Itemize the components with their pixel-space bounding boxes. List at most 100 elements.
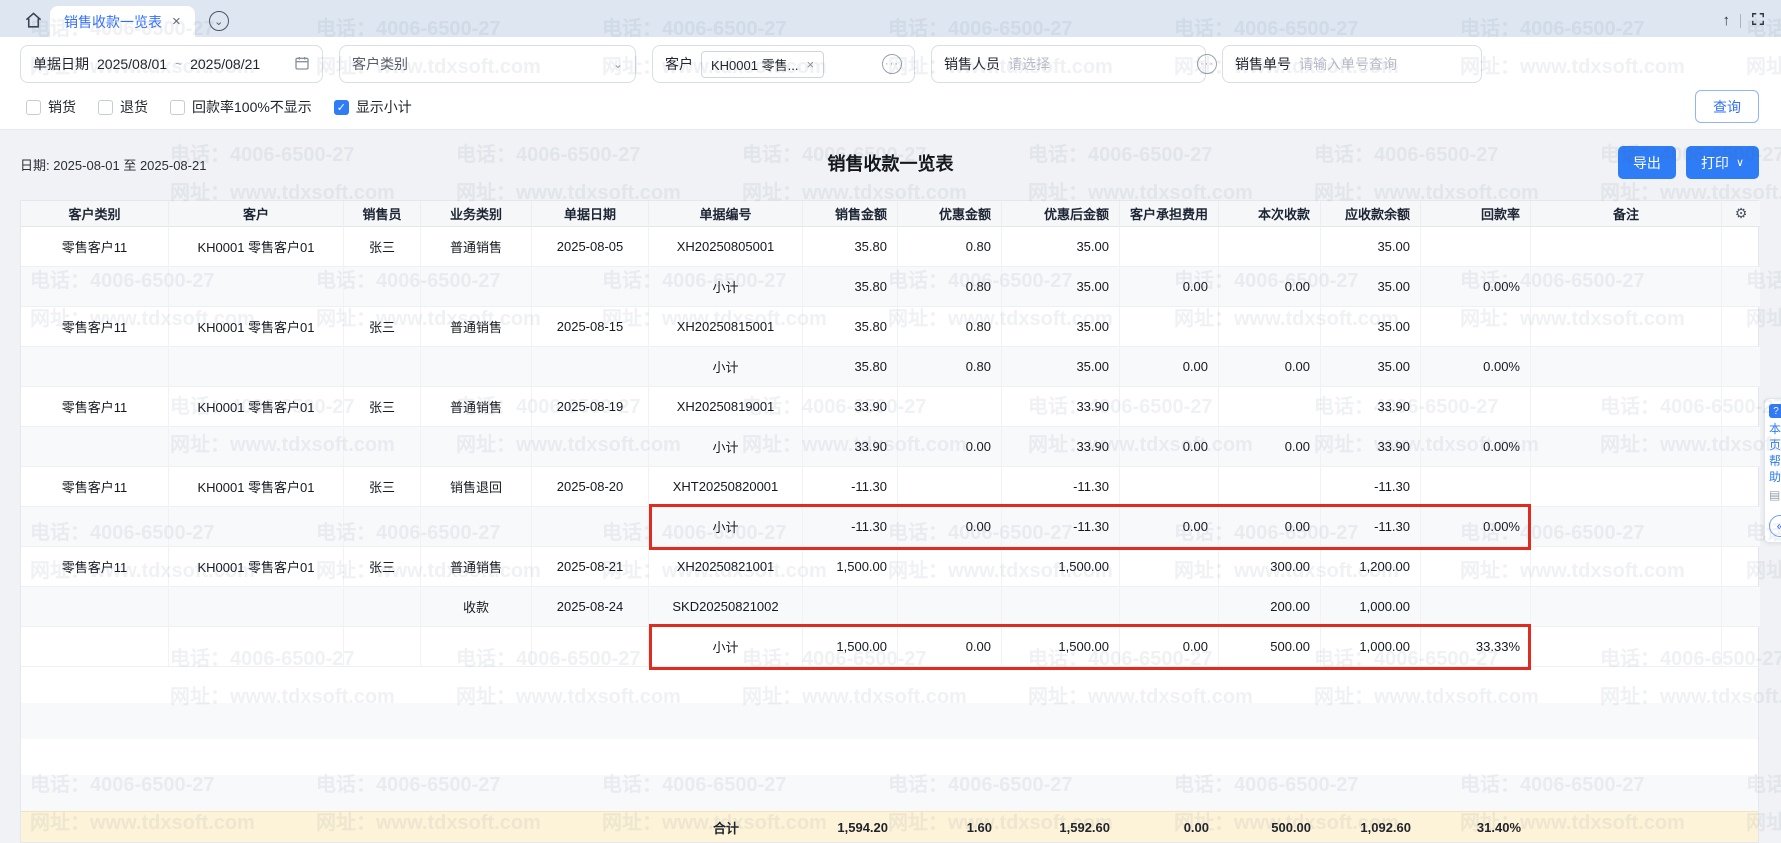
table-row[interactable]: 零售客户11KH0001 零售客户01张三普通销售2025-08-05XH202… <box>21 227 1760 267</box>
table-cell: 张三 <box>344 227 421 267</box>
tag-remove-icon[interactable]: × <box>806 57 814 72</box>
print-button[interactable]: 打印 ∨ <box>1686 146 1759 179</box>
table-cell: 0.00 <box>1219 427 1321 467</box>
checkbox-box[interactable] <box>170 100 185 115</box>
column-header[interactable]: 客户承担费用 <box>1120 201 1219 227</box>
table-cell <box>532 427 649 467</box>
column-header[interactable]: 销售员 <box>344 201 421 227</box>
date-to-value[interactable]: 2025/08/21 <box>190 56 260 72</box>
table-row[interactable]: 收款2025-08-24SKD20250821002200.001,000.00 <box>21 587 1760 627</box>
filter-checkbox[interactable]: 退货 <box>98 97 148 117</box>
tab-bar: 销售收款一览表 × ⌄ ↑ <box>0 0 1781 37</box>
checkbox-box[interactable]: ✓ <box>334 100 349 115</box>
column-header[interactable]: 销售金额 <box>803 201 898 227</box>
subtotal-row[interactable]: 小计33.900.0033.900.000.0033.900.00% <box>21 427 1760 467</box>
table-row[interactable]: 零售客户11KH0001 零售客户01张三普通销售2025-08-21XH202… <box>21 547 1760 587</box>
subtotal-row[interactable]: 小计-11.300.00-11.300.000.00-11.300.00% <box>21 507 1760 547</box>
table-cell <box>421 427 532 467</box>
table-cell <box>1421 547 1531 587</box>
column-header[interactable]: 单据日期 <box>532 201 649 227</box>
active-tab[interactable]: 销售收款一览表 × <box>50 6 195 37</box>
table-cell <box>1219 387 1321 427</box>
table-cell <box>1120 587 1219 627</box>
calendar-icon[interactable] <box>294 55 310 74</box>
table-cell: 2025-08-24 <box>532 587 649 627</box>
subtotal-row[interactable]: 小计1,500.000.001,500.000.00500.001,000.00… <box>21 627 1760 667</box>
date-from-value[interactable]: 2025/08/01 <box>97 56 167 72</box>
scroll-top-icon[interactable]: ↑ <box>1723 13 1731 28</box>
table-row[interactable]: 零售客户11KH0001 零售客户01张三普通销售2025-08-15XH202… <box>21 307 1760 347</box>
table-cell <box>532 507 649 547</box>
column-header[interactable]: 优惠金额 <box>898 201 1002 227</box>
home-icon[interactable] <box>16 5 50 35</box>
checkbox-box[interactable] <box>98 100 113 115</box>
table-cell <box>1722 587 1760 627</box>
column-header[interactable]: 回款率 <box>1421 201 1531 227</box>
table-cell <box>1421 227 1531 267</box>
total-value: 31.40% <box>1421 820 1531 835</box>
table-cell: 0.00 <box>1120 347 1219 387</box>
column-header[interactable]: 业务类别 <box>421 201 532 227</box>
table-row[interactable]: 零售客户11KH0001 零售客户01张三普通销售2025-08-19XH202… <box>21 387 1760 427</box>
column-header[interactable]: 客户类别 <box>21 201 169 227</box>
table-cell <box>1120 307 1219 347</box>
total-value: 1.60 <box>898 820 1002 835</box>
tab-close-icon[interactable]: × <box>172 13 181 30</box>
customer-category-select[interactable]: 客户类别 ⌄ <box>339 45 636 83</box>
checkbox-box[interactable] <box>26 100 41 115</box>
app-window: 销售收款一览表 × ⌄ ↑ 单据日期 2025/08/01 ~ 2025/08/… <box>0 0 1781 843</box>
salesperson-select[interactable]: 销售人员 ··· <box>931 45 1206 83</box>
query-button[interactable]: 查询 <box>1695 90 1759 123</box>
customer-select[interactable]: 客户 KH0001 零售... × ··· <box>652 45 915 83</box>
table-cell <box>1722 307 1760 347</box>
total-value: 500.00 <box>1219 820 1321 835</box>
doc-icon[interactable]: ▤ <box>1769 488 1780 502</box>
table-cell: KH0001 零售客户01 <box>169 547 344 587</box>
subtotal-row[interactable]: 小计35.800.8035.000.000.0035.000.00% <box>21 267 1760 307</box>
filter-checkbox[interactable]: 回款率100%不显示 <box>170 97 312 117</box>
date-range-input[interactable]: 单据日期 2025/08/01 ~ 2025/08/21 <box>20 45 323 83</box>
table-cell: -11.30 <box>1321 507 1421 547</box>
order-no-label: 销售单号 <box>1235 54 1291 74</box>
column-header[interactable]: 应收款余额 <box>1321 201 1421 227</box>
subtotal-row[interactable]: 小计35.800.8035.000.000.0035.000.00% <box>21 347 1760 387</box>
table-cell <box>169 627 344 667</box>
total-value: 0.00 <box>1120 820 1219 835</box>
filter-checkbox[interactable]: ✓显示小计 <box>334 97 412 117</box>
export-button[interactable]: 导出 <box>1618 146 1676 179</box>
column-settings-icon[interactable]: ⚙ <box>1722 201 1760 227</box>
chevron-down-icon: ⌄ <box>613 57 623 71</box>
salesperson-input[interactable] <box>1008 56 1189 72</box>
tab-list-dropdown-icon[interactable]: ⌄ <box>209 11 229 31</box>
table-cell: 普通销售 <box>421 307 532 347</box>
order-no-input[interactable] <box>1299 56 1480 72</box>
column-header[interactable]: 本次收款 <box>1219 201 1321 227</box>
column-header[interactable]: 优惠后金额 <box>1002 201 1120 227</box>
table-cell <box>1219 467 1321 507</box>
table-cell <box>1722 467 1760 507</box>
customer-picker-icon[interactable]: ··· <box>882 54 902 74</box>
fullscreen-icon[interactable] <box>1751 12 1765 29</box>
table-cell <box>344 627 421 667</box>
order-no-input-group[interactable]: 销售单号 <box>1222 45 1482 83</box>
table-cell: 1,500.00 <box>1002 627 1120 667</box>
table-cell <box>1531 627 1722 667</box>
table-cell: 小计 <box>649 507 803 547</box>
table-cell: 小计 <box>649 347 803 387</box>
table-cell: -11.30 <box>1321 467 1421 507</box>
table-cell: -11.30 <box>1002 467 1120 507</box>
table-cell: 33.90 <box>803 387 898 427</box>
page-help-vertical-label: 本页帮助 <box>1769 421 1781 485</box>
salesperson-picker-icon[interactable]: ··· <box>1197 54 1217 74</box>
table-cell <box>1219 227 1321 267</box>
help-panel[interactable]: ? 本页帮助 ▤ « <box>1764 398 1781 543</box>
total-value: 1,594.20 <box>803 820 898 835</box>
table-cell: 普通销售 <box>421 387 532 427</box>
column-header[interactable]: 备注 <box>1531 201 1722 227</box>
table-cell <box>1421 587 1531 627</box>
table-row[interactable]: 零售客户11KH0001 零售客户01张三销售退回2025-08-20XHT20… <box>21 467 1760 507</box>
collapse-widget-icon[interactable]: « <box>1769 515 1781 537</box>
column-header[interactable]: 单据编号 <box>649 201 803 227</box>
column-header[interactable]: 客户 <box>169 201 344 227</box>
filter-checkbox[interactable]: 销货 <box>26 97 76 117</box>
